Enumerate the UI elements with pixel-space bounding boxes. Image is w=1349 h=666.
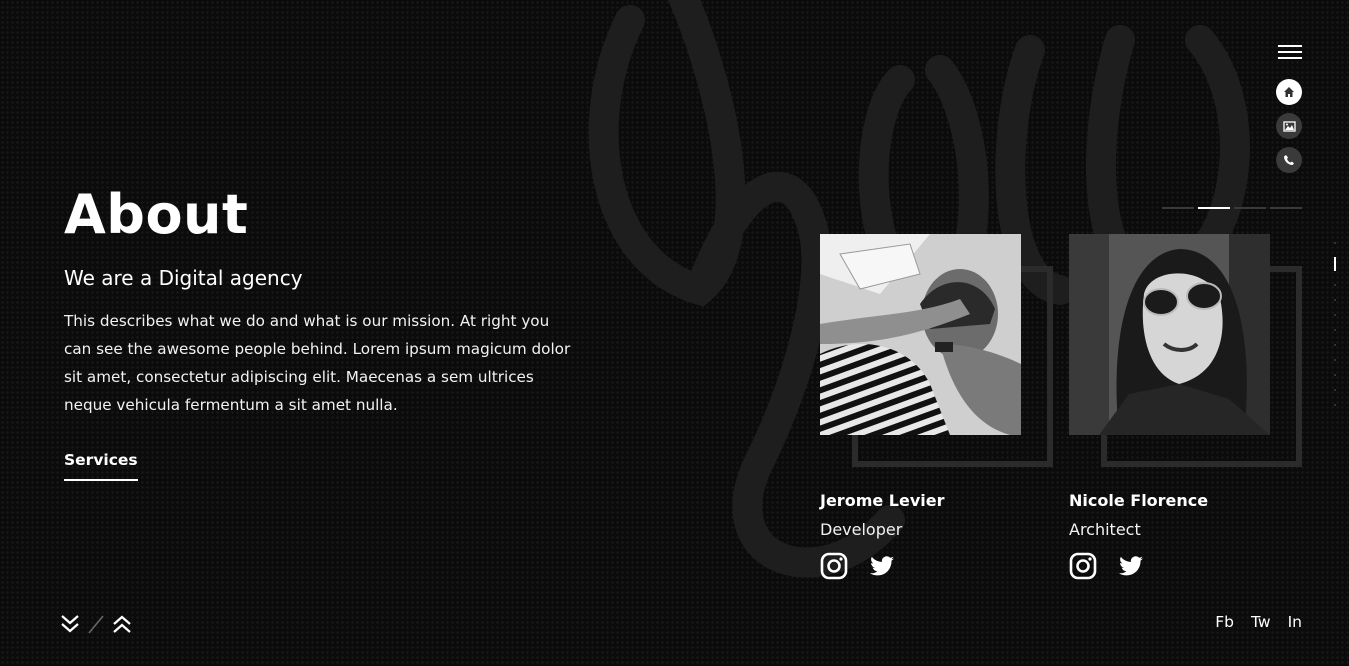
chevron-double-down-icon[interactable] [60, 612, 80, 636]
team-member-role: Architect [1069, 520, 1141, 539]
slide-pager [1162, 207, 1302, 209]
phone-icon[interactable] [1276, 147, 1302, 173]
scroll-dot[interactable] [1334, 284, 1336, 286]
hamburger-menu-icon[interactable] [1278, 45, 1302, 59]
pager-bar[interactable] [1270, 207, 1302, 209]
page-title: About [64, 183, 249, 246]
home-icon[interactable] [1276, 79, 1302, 105]
scroll-dot[interactable] [1334, 389, 1336, 391]
team-member-photo [820, 234, 1021, 435]
gallery-icon[interactable] [1276, 113, 1302, 139]
footer-link-twitter[interactable]: Tw [1251, 613, 1271, 631]
team-member-name: Nicole Florence [1069, 491, 1209, 510]
divider-slash [86, 612, 106, 636]
twitter-icon[interactable] [1117, 552, 1145, 580]
scroll-dot[interactable] [1334, 329, 1336, 331]
team-member-role: Developer [820, 520, 903, 539]
scroll-dot[interactable] [1334, 344, 1336, 346]
pager-bar-active[interactable] [1198, 207, 1230, 209]
about-section: About We are a Digital agency This descr… [64, 185, 574, 481]
instagram-icon[interactable] [1069, 552, 1097, 580]
scroll-dot[interactable] [1334, 314, 1336, 316]
twitter-icon[interactable] [868, 552, 896, 580]
section-scroll-indicator [1334, 242, 1336, 419]
scroll-dot[interactable] [1334, 359, 1336, 361]
scroll-dot[interactable] [1334, 374, 1336, 376]
pager-bar[interactable] [1162, 207, 1194, 209]
instagram-icon[interactable] [820, 552, 848, 580]
footer-link-linkedin[interactable]: In [1288, 613, 1302, 631]
team-member-name: Jerome Levier [820, 491, 945, 510]
chevron-double-up-icon[interactable] [112, 612, 132, 636]
scroll-dot[interactable] [1334, 299, 1336, 301]
scroll-dot-active[interactable] [1334, 257, 1336, 271]
footer-social-links: Fb Tw In [1215, 613, 1302, 631]
services-link[interactable]: Services [64, 451, 138, 481]
side-nav [1276, 79, 1302, 181]
section-nav-arrows [60, 612, 132, 636]
team-member-photo [1069, 234, 1270, 435]
about-subtitle: We are a Digital agency [64, 266, 303, 290]
scroll-dot[interactable] [1334, 242, 1336, 244]
footer-link-facebook[interactable]: Fb [1215, 613, 1234, 631]
pager-bar[interactable] [1234, 207, 1266, 209]
scroll-dot[interactable] [1334, 404, 1336, 406]
about-description: This describes what we do and what is ou… [64, 312, 571, 414]
